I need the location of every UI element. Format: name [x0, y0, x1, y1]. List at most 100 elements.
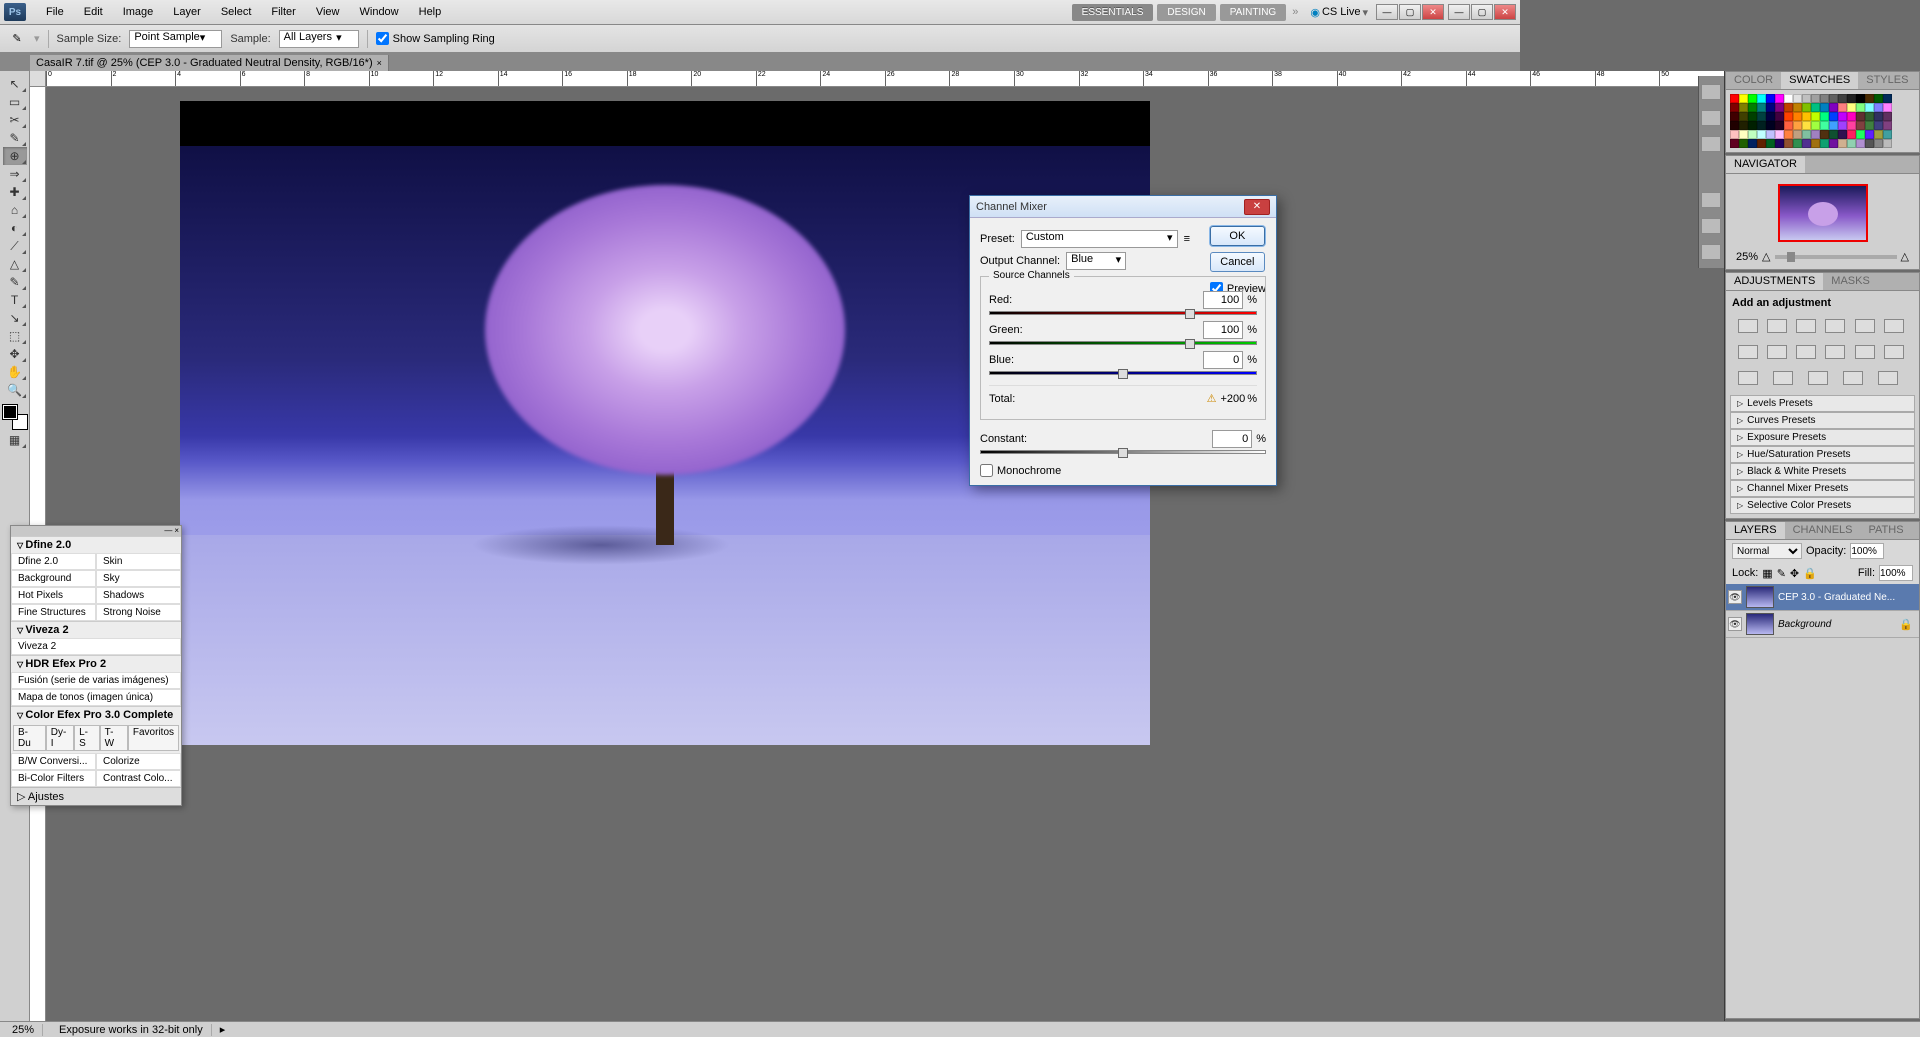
tool-6[interactable]: ✚ — [3, 183, 27, 201]
swatch[interactable] — [1856, 130, 1865, 139]
swatch[interactable] — [1820, 139, 1829, 148]
channel-slider[interactable] — [989, 311, 1257, 315]
float-item[interactable]: Strong Noise — [96, 604, 181, 621]
tab-channels[interactable]: CHANNELS — [1785, 522, 1861, 539]
swatch[interactable] — [1847, 121, 1856, 130]
tab-masks[interactable]: MASKS — [1823, 273, 1878, 290]
dock-icon[interactable] — [1701, 110, 1721, 126]
channel-input[interactable] — [1203, 291, 1243, 309]
layer-visibility-icon[interactable]: 👁 — [1728, 590, 1742, 604]
menu-edit[interactable]: Edit — [74, 2, 113, 22]
swatch[interactable] — [1739, 103, 1748, 112]
panel-close-icon[interactable]: × — [174, 526, 179, 536]
float-item[interactable]: Sky — [96, 570, 181, 587]
swatch[interactable] — [1838, 121, 1847, 130]
output-channel-select[interactable]: Blue▾ — [1066, 252, 1126, 270]
tool-16[interactable]: ✋ — [3, 363, 27, 381]
preset-row[interactable]: Curves Presets — [1730, 412, 1915, 429]
swatch[interactable] — [1829, 121, 1838, 130]
layer-thumbnail[interactable] — [1746, 613, 1774, 635]
float-tab[interactable]: L-S — [74, 725, 100, 751]
cslive-dropdown[interactable]: CS Live — [1322, 6, 1361, 18]
swatch[interactable] — [1820, 94, 1829, 103]
preset-row[interactable]: Channel Mixer Presets — [1730, 480, 1915, 497]
swatch[interactable] — [1757, 139, 1766, 148]
adjustment-icon[interactable] — [1773, 371, 1793, 385]
doc-close-icon[interactable]: ✕ — [1494, 4, 1516, 20]
ruler-origin[interactable] — [30, 71, 46, 87]
channel-input[interactable] — [1203, 321, 1243, 339]
tab-color[interactable]: COLOR — [1726, 72, 1781, 89]
float-section-header[interactable]: Viveza 2 — [11, 621, 181, 638]
maximize-icon[interactable]: ▢ — [1399, 4, 1421, 20]
lock-pixels-icon[interactable]: ✎ — [1777, 567, 1786, 580]
sample-size-select[interactable]: Point Sample ▾ — [129, 30, 222, 48]
float-tab[interactable]: Favoritos — [128, 725, 179, 751]
swatch[interactable] — [1829, 112, 1838, 121]
swatch[interactable] — [1793, 121, 1802, 130]
channel-mixer-dialog[interactable]: Channel Mixer ✕ OK Cancel Preview Preset… — [969, 195, 1277, 486]
tool-7[interactable]: ⌂ — [3, 201, 27, 219]
swatch[interactable] — [1748, 103, 1757, 112]
foreground-color-swatch[interactable] — [3, 405, 17, 419]
swatch[interactable] — [1730, 112, 1739, 121]
swatch[interactable] — [1766, 103, 1775, 112]
color-swatch-box[interactable] — [3, 405, 27, 429]
swatch[interactable] — [1865, 94, 1874, 103]
swatch[interactable] — [1802, 139, 1811, 148]
workspace-painting[interactable]: PAINTING — [1220, 4, 1286, 21]
swatch[interactable] — [1874, 103, 1883, 112]
swatch[interactable] — [1865, 112, 1874, 121]
float-section-header[interactable]: HDR Efex Pro 2 — [11, 655, 181, 672]
swatch[interactable] — [1811, 121, 1820, 130]
swatch[interactable] — [1874, 112, 1883, 121]
swatch[interactable] — [1793, 139, 1802, 148]
swatch[interactable] — [1775, 139, 1784, 148]
swatch[interactable] — [1748, 112, 1757, 121]
preset-row[interactable]: Black & White Presets — [1730, 463, 1915, 480]
swatch[interactable] — [1739, 121, 1748, 130]
swatch[interactable] — [1739, 112, 1748, 121]
swatch[interactable] — [1829, 103, 1838, 112]
swatch[interactable] — [1811, 103, 1820, 112]
opacity-input[interactable] — [1850, 543, 1884, 559]
adjustment-icon[interactable] — [1843, 371, 1863, 385]
quick-mask-icon[interactable]: ▦ — [3, 431, 27, 449]
layer-thumbnail[interactable] — [1746, 586, 1774, 608]
workspace-design[interactable]: DESIGN — [1157, 4, 1215, 21]
float-item[interactable]: Bi-Color Filters — [11, 770, 96, 787]
float-item[interactable]: Viveza 2 — [11, 638, 181, 655]
swatch[interactable] — [1730, 94, 1739, 103]
swatch[interactable] — [1856, 112, 1865, 121]
dock-icon[interactable] — [1701, 84, 1721, 100]
channel-input[interactable] — [1203, 351, 1243, 369]
swatch[interactable] — [1802, 94, 1811, 103]
adjustment-icon[interactable] — [1738, 371, 1758, 385]
panel-minimize-icon[interactable]: — — [164, 526, 172, 536]
menu-window[interactable]: Window — [350, 2, 409, 22]
swatch[interactable] — [1748, 130, 1757, 139]
menu-file[interactable]: File — [36, 2, 74, 22]
swatch[interactable] — [1811, 130, 1820, 139]
tool-10[interactable]: △ — [3, 255, 27, 273]
swatch[interactable] — [1883, 112, 1892, 121]
dock-icon[interactable] — [1701, 244, 1721, 260]
swatch[interactable] — [1775, 94, 1784, 103]
workspace-more-icon[interactable]: » — [1292, 6, 1298, 18]
status-arrow-icon[interactable]: ▸ — [220, 1023, 226, 1036]
canvas-area[interactable]: 0246810121416182022242628303234363840424… — [30, 71, 1724, 1021]
constant-input[interactable] — [1212, 430, 1252, 448]
swatch[interactable] — [1766, 121, 1775, 130]
swatch[interactable] — [1811, 139, 1820, 148]
swatch[interactable] — [1802, 121, 1811, 130]
swatch[interactable] — [1730, 103, 1739, 112]
float-item[interactable]: Mapa de tonos (imagen única) — [11, 689, 181, 706]
swatch[interactable] — [1730, 139, 1739, 148]
lock-transparent-icon[interactable]: ▦ — [1762, 567, 1772, 580]
swatch[interactable] — [1802, 112, 1811, 121]
float-item[interactable]: Dfine 2.0 — [11, 553, 96, 570]
nik-plugins-panel[interactable]: — × Dfine 2.0Dfine 2.0SkinBackgroundSkyH… — [10, 525, 182, 806]
tool-15[interactable]: ✥ — [3, 345, 27, 363]
swatch[interactable] — [1838, 130, 1847, 139]
constant-slider[interactable] — [980, 450, 1266, 454]
